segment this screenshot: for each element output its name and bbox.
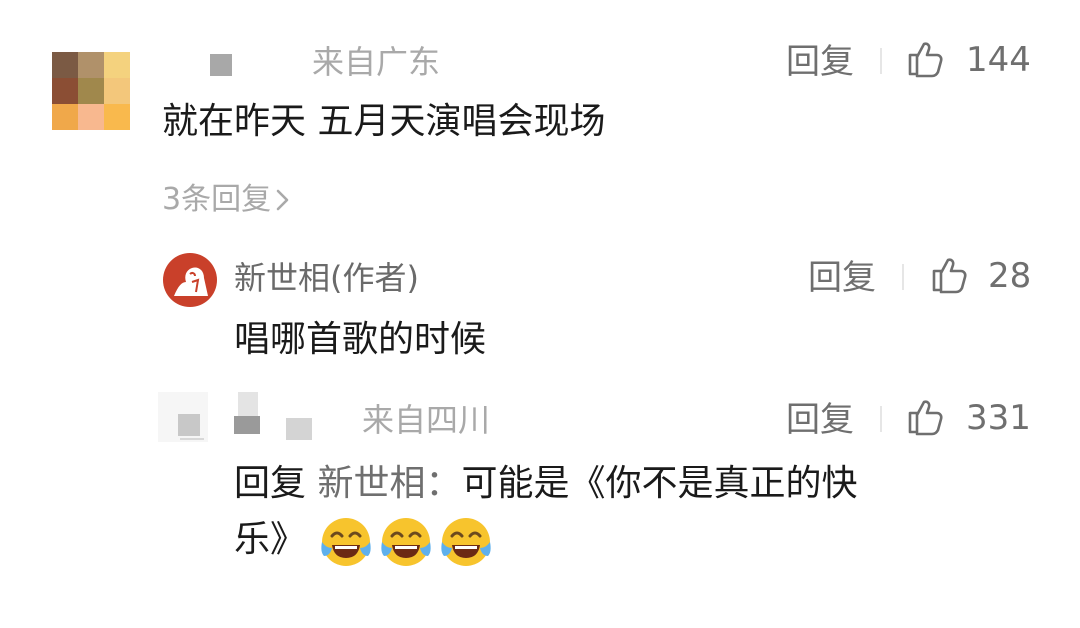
tears-of-joy-emoji (441, 518, 491, 566)
tears-of-joy-emoji (321, 518, 371, 566)
divider (902, 264, 904, 290)
avatar-blurred[interactable] (158, 392, 208, 442)
username-blurred[interactable] (234, 392, 260, 442)
comment-text: 就在昨天 五月天演唱会现场 (162, 101, 606, 142)
reply-text: 唱哪首歌的时候 (234, 319, 487, 360)
avatar-blurred[interactable] (52, 52, 130, 130)
username-blurred[interactable] (210, 54, 232, 76)
location-label: 来自四川 (362, 401, 491, 439)
more-replies-link[interactable]: 3条回复 (162, 180, 293, 220)
like-count: 331 (966, 398, 1031, 438)
reply-text-line2: 乐》 (234, 519, 307, 560)
thumbs-up-icon[interactable] (906, 38, 946, 78)
like-count: 144 (966, 40, 1031, 80)
reply-text: 回复 新世相：可能是《你不是真正的快 (234, 460, 858, 508)
location-label: 来自广东 (312, 43, 441, 81)
thumbs-up-icon[interactable] (930, 254, 970, 294)
reply-prefix: 回复 (234, 463, 307, 504)
chevron-right-icon (276, 189, 289, 211)
author-name[interactable]: 新世相(作者) (234, 258, 419, 298)
reply-button[interactable]: 回复 (808, 258, 876, 298)
reply-text-line1: 可能是《你不是真正的快 (461, 463, 858, 504)
divider (880, 48, 882, 74)
divider (880, 406, 882, 432)
reply-text-continued: 乐》 (234, 516, 306, 564)
more-replies-label: 3条回复 (162, 182, 272, 217)
like-count: 28 (988, 256, 1032, 296)
reply-to-user[interactable]: 新世相： (317, 463, 461, 504)
tears-of-joy-emoji (381, 518, 431, 566)
username-blurred (286, 418, 312, 440)
thumbs-up-icon[interactable] (906, 396, 946, 436)
reply-button[interactable]: 回复 (786, 42, 854, 82)
author-avatar[interactable] (162, 252, 218, 308)
reply-button[interactable]: 回复 (786, 400, 854, 440)
